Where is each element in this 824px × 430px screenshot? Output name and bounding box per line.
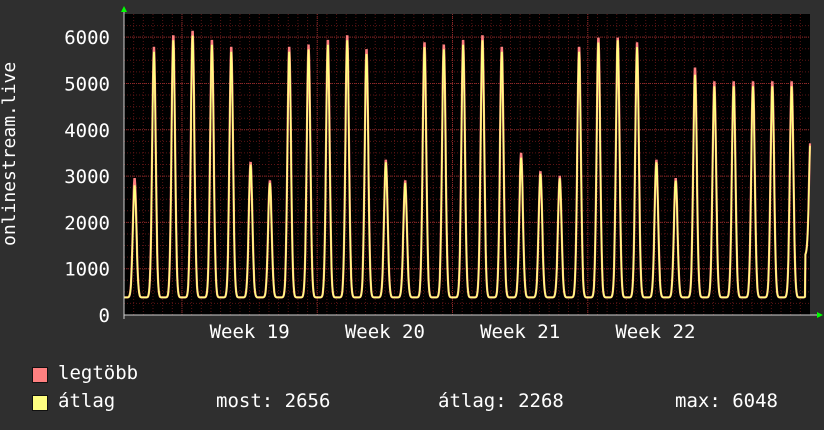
stat-max: max: 6048 (675, 390, 778, 412)
y-axis-arrow (121, 6, 127, 12)
legend-label-max: legtöbb (58, 362, 139, 384)
y-axis-title: onlinestream.live (0, 61, 20, 246)
y-tick-label: 5000 (64, 73, 110, 95)
x-tick-label: Week 20 (345, 321, 425, 343)
stat-average: átlag: 2268 (438, 390, 564, 412)
x-axis-arrow (817, 312, 823, 318)
y-tick-label: 2000 (64, 212, 110, 234)
legend-label-avg: átlag (58, 390, 116, 412)
legend-swatch-max (32, 367, 48, 383)
y-tick-label: 1000 (64, 259, 110, 281)
y-tick-label: 4000 (64, 120, 110, 142)
x-tick-label: Week 21 (480, 321, 560, 343)
x-tick-label: Week 22 (615, 321, 695, 343)
x-tick-label: Week 19 (210, 321, 290, 343)
legend-swatch-avg (32, 395, 48, 411)
stat-current: most: 2656 (216, 390, 331, 412)
y-tick-label: 0 (99, 305, 110, 327)
y-tick-label: 6000 (64, 27, 110, 49)
y-tick-label: 3000 (64, 166, 110, 188)
